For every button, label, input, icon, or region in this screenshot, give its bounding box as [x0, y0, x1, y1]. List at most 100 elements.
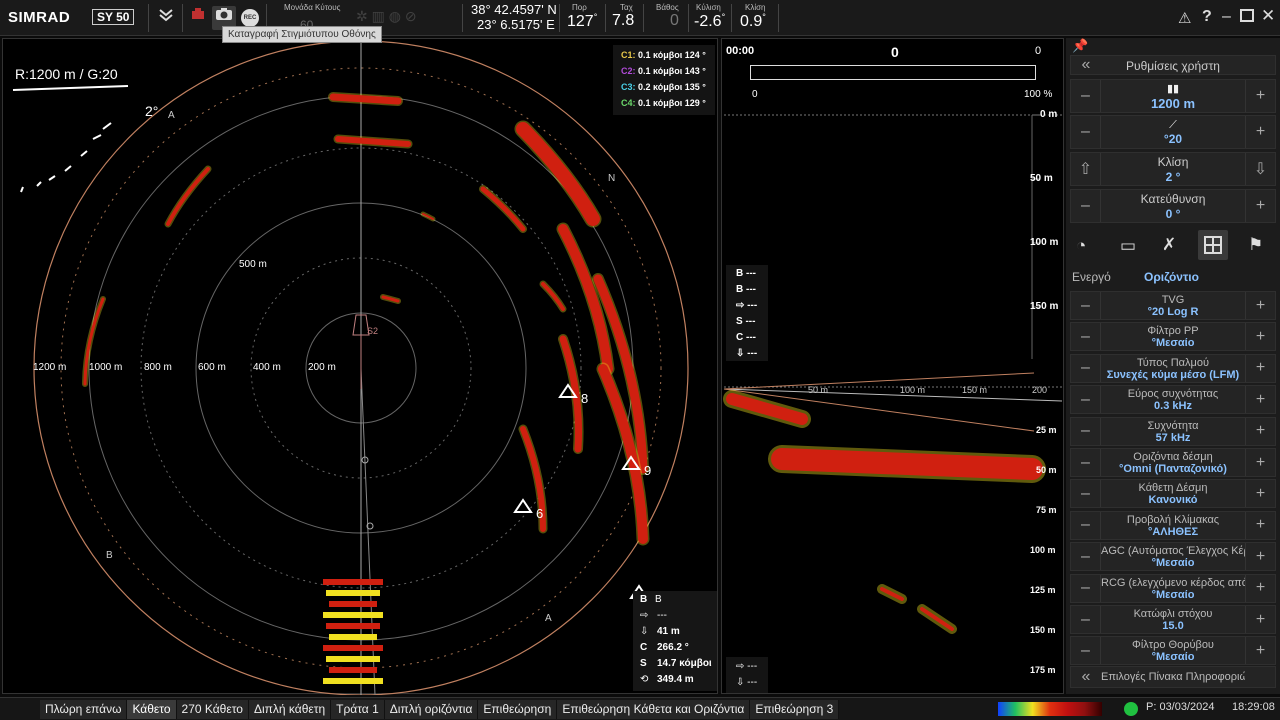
setting-increase-button[interactable]: + — [1245, 323, 1275, 351]
help-icon[interactable]: ? — [1202, 8, 1212, 26]
setting-increase-button[interactable]: + — [1245, 354, 1275, 382]
setting-decrease-button[interactable]: – — [1071, 292, 1101, 319]
view-tab[interactable]: Διπλή οριζόντια — [384, 700, 479, 719]
window-icon[interactable] — [1240, 9, 1254, 22]
layout-tab-icon[interactable] — [1198, 230, 1228, 260]
user-settings-header[interactable]: « Ρυθμίσεις χρήστη — [1070, 55, 1276, 75]
setting-decrease-button[interactable]: – — [1071, 323, 1101, 351]
setting-row[interactable]: – Προβολή Κλίμακας °ΑΛΗΘΕΣ + — [1070, 510, 1276, 540]
brand-logo: SIMRAD — [8, 9, 71, 26]
setting-row[interactable]: – Οριζόντια δέσμη °Omni (Πανταζονικό) + — [1070, 448, 1276, 477]
direction-increase-button[interactable]: + — [1245, 190, 1275, 222]
setting-row[interactable]: – TVG °20 Log R + — [1070, 291, 1276, 320]
setting-row[interactable]: – Φίλτρο Θορύβου °Μεσαίο + — [1070, 636, 1276, 666]
lower-depth-label: 125 m — [1030, 585, 1056, 595]
active-value[interactable]: Οριζόντιο — [1144, 270, 1199, 284]
setting-increase-button[interactable]: + — [1245, 543, 1275, 571]
setting-increase-button[interactable]: + — [1245, 574, 1275, 602]
close-icon[interactable]: ✕ — [1261, 6, 1275, 26]
setting-decrease-button[interactable]: – — [1071, 417, 1101, 445]
tilt-down-button[interactable]: ⇩ — [1245, 153, 1275, 185]
tilt-unit: ° — [762, 12, 766, 22]
roll-value: -2.6° — [694, 12, 725, 31]
direction-decrease-button[interactable]: – — [1071, 190, 1101, 222]
minimize-icon[interactable]: – — [1222, 8, 1231, 26]
info-options-row[interactable]: « Επιλογές Πίνακα Πληροφοριών — [1070, 666, 1276, 688]
mob-icon[interactable] — [186, 6, 210, 30]
pin-icon[interactable]: 📌 — [1072, 38, 1088, 53]
setting-increase-button[interactable]: + — [1245, 292, 1275, 319]
alarm-icon[interactable]: ⚠ — [1178, 9, 1191, 27]
target-marker-8[interactable]: 8 — [581, 391, 588, 406]
setting-row[interactable]: – Συχνότητα 57 kHz + — [1070, 416, 1276, 446]
setting-decrease-button[interactable]: – — [1071, 543, 1101, 571]
setting-decrease-button[interactable]: – — [1071, 480, 1101, 508]
setting-decrease-button[interactable]: – — [1071, 606, 1101, 633]
echo-column — [323, 579, 383, 585]
longitude: 23° 6.5175' E — [477, 17, 555, 32]
setting-row[interactable]: – Τύπος Παλμού Συνεχές κύμα μέσο (LFM) + — [1070, 353, 1276, 383]
direction-control[interactable]: – Κατεύθυνση 0 ° + — [1070, 189, 1276, 223]
setting-decrease-button[interactable]: – — [1071, 574, 1101, 602]
target-marker-9[interactable]: 9 — [644, 463, 651, 478]
view-tab[interactable]: 270 Κάθετο — [176, 700, 249, 719]
tilt-setting-value: 2 ° — [1165, 170, 1181, 184]
setting-increase-button[interactable]: + — [1245, 511, 1275, 539]
vertical-sonar-view[interactable]: 00:00 0 0 0 100 % 0 m 50 m 100 m 150 m B --… — [721, 38, 1064, 694]
setting-value: °Μεσαίο — [1151, 588, 1195, 601]
target-marker-6[interactable]: 6 — [536, 506, 543, 521]
divider — [688, 4, 689, 32]
setting-decrease-button[interactable]: – — [1071, 354, 1101, 382]
lower-scale-label: 100 m — [900, 385, 926, 395]
view-tab[interactable]: Επιθεώρηση Κάθετα και Οριζόντια — [557, 700, 751, 719]
view-tab[interactable]: Πλώρη επάνω — [40, 700, 128, 719]
view-tab[interactable]: Κάθετο — [127, 700, 177, 719]
expand-icon[interactable]: « — [1071, 667, 1101, 687]
view-tab[interactable]: Επιθεώρηση 3 — [750, 700, 840, 719]
setting-row[interactable]: – Εύρος συχνότητας 0.3 kHz + — [1070, 385, 1276, 415]
info-v2: 41 m — [657, 626, 680, 637]
gain-control[interactable]: – ⟋ °20 + — [1070, 115, 1276, 149]
echo-column — [323, 678, 383, 684]
range-decrease-button[interactable]: – — [1071, 80, 1101, 112]
sv-info-row: B --- — [736, 284, 756, 295]
flag-tab-icon[interactable]: ⚑ — [1248, 235, 1263, 255]
setting-row[interactable]: – RCG (ελεγχόμενο κέρδος απόστασης) °Μεσ… — [1070, 573, 1276, 603]
gain-decrease-button[interactable]: – — [1071, 116, 1101, 148]
setting-increase-button[interactable]: + — [1245, 449, 1275, 476]
setting-increase-button[interactable]: + — [1245, 417, 1275, 445]
model-badge: SY 50 — [92, 9, 135, 25]
view-tab[interactable]: Διπλή κάθετη — [248, 700, 332, 719]
setting-decrease-button[interactable]: – — [1071, 449, 1101, 476]
setting-decrease-button[interactable]: – — [1071, 637, 1101, 665]
divider — [643, 4, 644, 32]
status-led-icon — [1124, 702, 1138, 716]
setting-increase-button[interactable]: + — [1245, 480, 1275, 508]
setting-increase-button[interactable]: + — [1245, 637, 1275, 665]
setting-decrease-button[interactable]: – — [1071, 386, 1101, 414]
setting-row[interactable]: – Κατώφλι στόχου 15.0 + — [1070, 605, 1276, 634]
tilt-control[interactable]: ⇧ Κλίση 2 ° ⇩ — [1070, 152, 1276, 186]
setting-row[interactable]: – Κάθετη Δέσμη Κανονικό + — [1070, 479, 1276, 509]
setting-row[interactable]: – AGC (Αυτόματος Έλεγχος Κέρδους) °Μεσαί… — [1070, 542, 1276, 572]
echo-column — [323, 645, 383, 651]
view-tab[interactable]: Τράτα 1 — [331, 700, 385, 719]
gain-increase-button[interactable]: + — [1245, 116, 1275, 148]
setting-increase-button[interactable]: + — [1245, 606, 1275, 633]
sonar-tab-icon[interactable]: ◔ — [1076, 236, 1086, 256]
setting-decrease-button[interactable]: – — [1071, 511, 1101, 539]
setting-value: °Μεσαίο — [1151, 651, 1195, 664]
range-increase-button[interactable]: + — [1245, 80, 1275, 112]
view-tab[interactable]: Επιθεώρηση — [478, 700, 558, 719]
setting-title: Κάθετη Δέσμη — [1138, 482, 1208, 495]
tilt-up-button[interactable]: ⇧ — [1071, 153, 1101, 185]
compass-a: A — [168, 110, 175, 121]
display-tab-icon[interactable]: ▭ — [1120, 236, 1136, 256]
setting-increase-button[interactable]: + — [1245, 386, 1275, 414]
tools-tab-icon[interactable]: ✗ — [1162, 235, 1176, 255]
setting-row[interactable]: – Φίλτρο PP °Μεσαίο + — [1070, 322, 1276, 352]
collapse-chevron-icon[interactable] — [154, 6, 178, 30]
horizontal-sonar-view[interactable]: R:1200 m / G:20 2° 1200 m 1000 m 800 m 6… — [2, 38, 718, 696]
collapse-icon[interactable]: « — [1071, 56, 1101, 74]
range-control[interactable]: – ▮▮ 1200 m + — [1070, 79, 1276, 113]
